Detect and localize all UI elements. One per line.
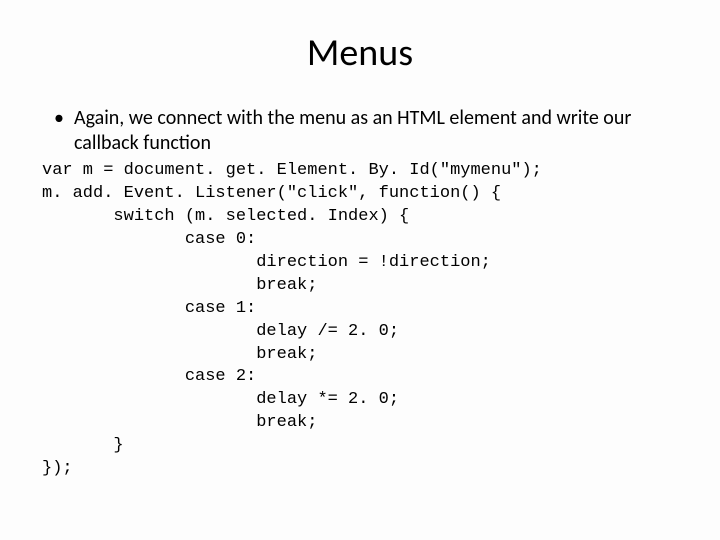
bullet-list: Again, we connect with the menu as an HT… (40, 106, 680, 156)
code-block: var m = document. get. Element. By. Id("… (42, 160, 680, 481)
slide-title: Menus (40, 30, 680, 76)
bullet-item: Again, we connect with the menu as an HT… (40, 106, 680, 156)
